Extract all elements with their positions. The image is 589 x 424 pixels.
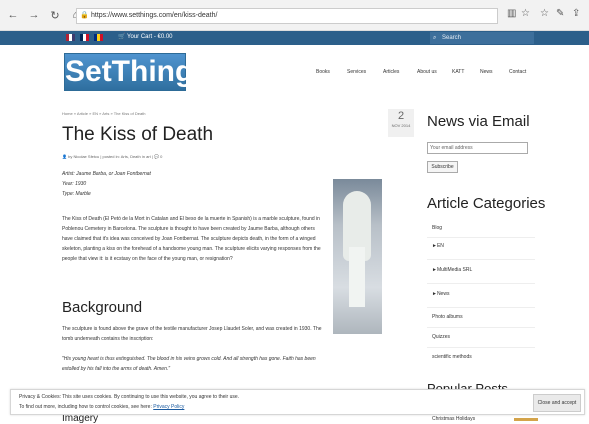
category-divider — [427, 307, 535, 308]
address-bar[interactable]: 🔒 https://www.setthings.com/en/kiss-deat… — [76, 8, 498, 24]
nav-contact[interactable]: Contact — [509, 69, 526, 75]
nav-services[interactable]: Services — [347, 69, 366, 75]
page-title: The Kiss of Death — [62, 124, 214, 145]
artwork-info: Artist: Jaume Barba, or Joan Fontbernat … — [62, 169, 151, 199]
share-icon[interactable]: ⇪ — [572, 8, 580, 19]
category-quizzes[interactable]: Quizzes — [432, 334, 450, 340]
email-input[interactable]: Your email address — [427, 142, 528, 154]
language-flags — [66, 34, 103, 41]
cart-text: Your Cart - €0.00 — [127, 34, 173, 40]
breadcrumb[interactable]: Home » Article » EN » Arts » The Kiss of… — [62, 111, 146, 116]
subscribe-button[interactable]: Subscribe — [427, 161, 458, 173]
category-divider — [427, 237, 535, 238]
forward-arrow-icon[interactable]: → — [26, 7, 42, 23]
site-topbar: 🛒 Your Cart - €0.00 ⌕ Search — [0, 31, 589, 45]
search-box[interactable]: ⌕ Search — [430, 32, 534, 44]
cookie-text-line1: Privacy & Cookies: This site uses cookie… — [19, 394, 240, 400]
reader-view-icon[interactable]: ▥ — [507, 8, 516, 19]
artist-line: Artist: Jaume Barba, or Joan Fontbernat — [62, 171, 151, 177]
category-blog[interactable]: Blog — [432, 225, 442, 231]
article-intro: The Kiss of Death (El Petó de la Mort in… — [62, 216, 321, 262]
background-text: The sculpture is found above the grave o… — [62, 326, 322, 342]
site-header: SetThings Books Services Articles About … — [0, 45, 589, 99]
author-icon: 👤 — [62, 154, 67, 159]
cookie-text-line2: To find out more, including how to contr… — [19, 404, 184, 410]
flag-ro-icon[interactable] — [94, 34, 103, 41]
category-photo-albums[interactable]: Photo albums — [432, 314, 463, 320]
back-arrow-icon[interactable]: ← — [5, 7, 21, 23]
category-divider — [427, 259, 535, 260]
nav-news[interactable]: News — [480, 69, 493, 75]
url-text: https://www.setthings.com/en/kiss-death/ — [91, 12, 218, 19]
popular-post-item[interactable]: Christmas Holidays — [432, 416, 475, 422]
nav-katt[interactable]: KATT — [452, 69, 464, 75]
favorites-icon[interactable]: ☆ — [540, 8, 549, 19]
search-placeholder: Search — [442, 35, 462, 41]
flag-en-icon[interactable] — [66, 34, 75, 41]
category-scientific-methods[interactable]: scientific methods — [432, 354, 472, 360]
year-line: Year: 1930 — [62, 181, 87, 187]
nav-articles[interactable]: Articles — [383, 69, 399, 75]
nav-about-us[interactable]: About us — [417, 69, 437, 75]
post-meta: 👤 by Nicolae Sfetcu | posted in: Arts, D… — [62, 154, 162, 159]
type-line: Type: Marble — [62, 191, 91, 197]
category-divider — [427, 347, 535, 348]
page-content: Home » Article » EN » Arts » The Kiss of… — [0, 99, 589, 424]
date-month: NOV 2014 — [391, 123, 411, 128]
close-and-accept-button[interactable]: Close and accept — [533, 394, 581, 412]
background-heading: Background — [62, 299, 143, 316]
nav-books[interactable]: Books — [316, 69, 330, 75]
flag-fr-icon[interactable] — [80, 34, 89, 41]
popular-post-thumbnail[interactable] — [514, 418, 538, 421]
inscription-quote: "His young heart is thus extinguished. T… — [62, 356, 316, 372]
post-date: 2 NOV 2014 — [388, 109, 414, 137]
meta-text[interactable]: by Nicolae Sfetcu | posted in: Arts, Dea… — [68, 154, 153, 159]
refresh-icon[interactable]: ↻ — [47, 7, 63, 23]
cookie-text: To find out more, including how to contr… — [19, 404, 152, 410]
cookie-banner: Privacy & Cookies: This site uses cookie… — [10, 389, 585, 415]
main-navigation: Books Services Articles About us KATT Ne… — [0, 69, 589, 79]
categories-heading: Article Categories — [427, 195, 546, 212]
comment-count[interactable]: 0 — [160, 154, 162, 159]
favorite-icon[interactable]: ☆ — [521, 8, 530, 19]
search-icon: ⌕ — [433, 35, 437, 41]
comments-icon: 💬 — [154, 154, 160, 159]
category-divider — [427, 327, 535, 328]
statue-image[interactable] — [333, 179, 382, 334]
statue-body — [349, 247, 365, 307]
category-news[interactable]: ►News — [432, 291, 449, 297]
pen-icon[interactable]: ✎ — [556, 8, 564, 19]
privacy-policy-link[interactable]: Privacy Policy — [153, 404, 184, 410]
category-en[interactable]: ►EN — [432, 243, 444, 249]
cart-icon: 🛒 — [118, 34, 126, 40]
browser-toolbar: ← → ↻ ⌂ 🔒 https://www.setthings.com/en/k… — [0, 0, 589, 31]
category-multimedia[interactable]: ►MultiMedia SRL — [432, 267, 472, 273]
date-day: 2 — [397, 110, 405, 122]
lock-icon: 🔒 — [80, 12, 89, 19]
news-email-heading: News via Email — [427, 113, 530, 130]
cart-link[interactable]: 🛒 Your Cart - €0.00 — [118, 33, 173, 40]
category-divider — [427, 283, 535, 284]
